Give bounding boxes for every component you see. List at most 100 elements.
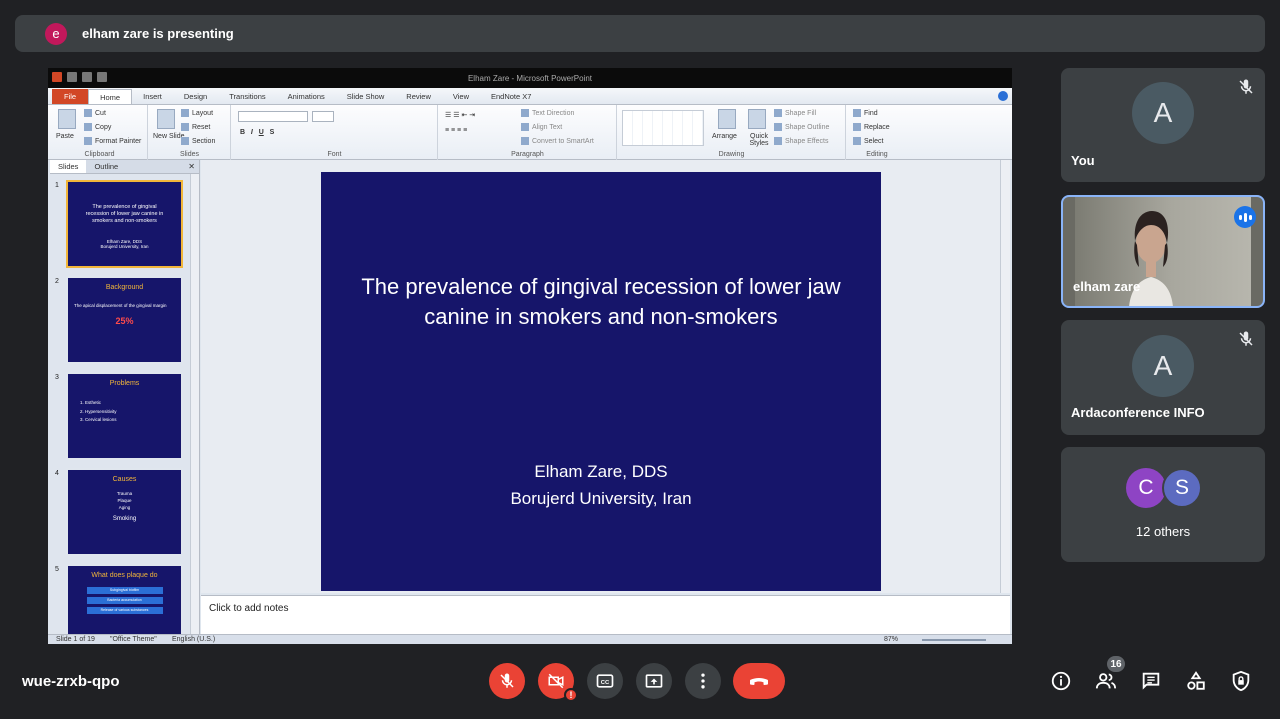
present-now-button[interactable]: [636, 663, 672, 699]
tab-file[interactable]: File: [52, 89, 89, 104]
ppt-workarea: Slides Outline ✕ 1 The prevalence of gin…: [48, 160, 1012, 634]
presenter-avatar: e: [45, 22, 67, 45]
mic-off-icon: [1239, 331, 1253, 346]
align-text-button[interactable]: Align Text: [521, 123, 562, 131]
tab-slide-show[interactable]: Slide Show: [336, 89, 396, 104]
avatar: S: [1162, 468, 1202, 508]
arrange-icon[interactable]: [718, 109, 736, 129]
new-slide-button[interactable]: New Slide: [153, 133, 185, 140]
brush-icon: [84, 137, 92, 145]
chat-button[interactable]: [1139, 669, 1163, 693]
tab-home[interactable]: Home: [88, 89, 133, 104]
participant-tile-ardaconference[interactable]: A Ardaconference INFO: [1061, 320, 1265, 435]
tab-transitions[interactable]: Transitions: [218, 89, 276, 104]
font-group: B I U S Font: [232, 105, 438, 160]
arrange-button[interactable]: Arrange: [712, 133, 737, 140]
status-zoom[interactable]: 87%: [884, 636, 898, 643]
meeting-details-button[interactable]: [1049, 669, 1073, 693]
tab-outline[interactable]: Outline: [86, 160, 126, 173]
slides-panel: Slides Outline ✕ 1 The prevalence of gin…: [50, 160, 200, 634]
captions-button[interactable]: CC: [587, 663, 623, 699]
layout-icon: [181, 109, 189, 117]
mic-toggle-button[interactable]: [489, 663, 525, 699]
shared-screen: Elham Zare - Microsoft PowerPoint File H…: [48, 68, 1012, 644]
tab-animations[interactable]: Animations: [277, 89, 336, 104]
slide-title: The prevalence of gingival recession of …: [361, 274, 841, 329]
panel-scrollbar[interactable]: [190, 174, 199, 634]
shape-fill-button[interactable]: Shape Fill: [774, 109, 816, 117]
paste-button[interactable]: Paste: [56, 133, 74, 140]
tab-design[interactable]: Design: [173, 89, 218, 104]
tab-insert[interactable]: Insert: [132, 89, 173, 104]
people-button[interactable]: [1094, 669, 1118, 693]
smartart-button[interactable]: Convert to SmartArt: [521, 137, 594, 145]
slide-author-block: Elham Zare, DDS Borujerd University, Ira…: [321, 458, 881, 512]
editing-group: Find Replace Select Editing: [847, 105, 907, 160]
shape-effects-button[interactable]: Shape Effects: [774, 137, 828, 145]
layout-button[interactable]: Layout: [181, 109, 213, 117]
participant-tile-you[interactable]: A You: [1061, 68, 1265, 182]
help-icon[interactable]: [998, 91, 1008, 101]
copy-icon: [84, 123, 92, 131]
clipboard-group-label: Clipboard: [84, 151, 115, 158]
reset-button[interactable]: Reset: [181, 123, 210, 131]
paste-icon[interactable]: [58, 109, 76, 129]
mic-off-icon: [500, 673, 514, 688]
current-slide[interactable]: The prevalence of gingival recession of …: [321, 172, 881, 591]
text-direction-button[interactable]: Text Direction: [521, 109, 574, 117]
more-vertical-icon: [701, 673, 705, 689]
quick-styles-icon[interactable]: [748, 109, 766, 129]
drawing-group: Arrange Quick Styles Shape Fill Shape Ou…: [618, 105, 846, 160]
more-options-button[interactable]: [685, 663, 721, 699]
ppt-status-bar: Slide 1 of 19 "Office Theme" English (U.…: [48, 634, 1012, 644]
select-button[interactable]: Select: [853, 137, 883, 145]
bold-icon[interactable]: B I U S: [240, 129, 274, 136]
font-size-select[interactable]: [312, 111, 334, 122]
fill-icon: [774, 109, 782, 117]
avatar: C: [1126, 468, 1166, 508]
tab-review[interactable]: Review: [395, 89, 442, 104]
participant-tile-elham-zare[interactable]: elham zare: [1061, 195, 1265, 308]
outline-icon: [774, 123, 782, 131]
replace-button[interactable]: Replace: [853, 123, 890, 131]
slides-group: New Slide Layout Reset Section Slides: [149, 105, 231, 160]
shape-outline-button[interactable]: Shape Outline: [774, 123, 829, 131]
effects-icon: [774, 137, 782, 145]
bullets-icon[interactable]: ☰ ☰ ⇤ ⇥: [445, 111, 475, 119]
align-icons[interactable]: ≡ ≡ ≡ ≡: [445, 127, 467, 134]
status-slide-count: Slide 1 of 19: [56, 636, 95, 643]
section-icon: [181, 137, 189, 145]
copy-button[interactable]: Copy: [84, 123, 111, 131]
speaking-indicator-icon: [1234, 206, 1256, 228]
people-icon: [1095, 673, 1117, 689]
shield-lock-icon: [1232, 670, 1250, 692]
zoom-slider[interactable]: [922, 639, 986, 641]
find-button[interactable]: Find: [853, 109, 878, 117]
tab-view[interactable]: View: [442, 89, 480, 104]
panel-tabs: Slides Outline ✕: [50, 160, 199, 174]
cut-button[interactable]: Cut: [84, 109, 106, 117]
shapes-gallery[interactable]: [622, 110, 704, 146]
ribbon: Paste Cut Copy Format Painter Clipboard …: [48, 105, 1012, 160]
editor-scrollbar[interactable]: [1000, 160, 1010, 593]
activities-button[interactable]: [1184, 669, 1208, 693]
leave-call-button[interactable]: [733, 663, 785, 699]
new-slide-icon[interactable]: [157, 109, 175, 129]
quick-styles-button[interactable]: Quick Styles: [744, 133, 774, 147]
camera-off-icon: [548, 673, 564, 689]
presenting-text: elham zare is presenting: [82, 26, 234, 41]
font-name-select[interactable]: [238, 111, 308, 122]
host-controls-button[interactable]: [1229, 669, 1253, 693]
scissors-icon: [84, 109, 92, 117]
avatar: A: [1132, 82, 1194, 144]
section-button[interactable]: Section: [181, 137, 215, 145]
camera-toggle-button[interactable]: !: [538, 663, 578, 702]
notes-pane[interactable]: Click to add notes: [201, 595, 1010, 634]
mic-off-icon: [1239, 79, 1253, 94]
others-tile[interactable]: C S 12 others: [1061, 447, 1265, 562]
avatar: A: [1132, 335, 1194, 397]
format-painter-button[interactable]: Format Painter: [84, 137, 141, 145]
tab-endnote[interactable]: EndNote X7: [480, 89, 542, 104]
tab-slides[interactable]: Slides: [50, 160, 87, 173]
close-panel-icon[interactable]: ✕: [188, 162, 195, 171]
